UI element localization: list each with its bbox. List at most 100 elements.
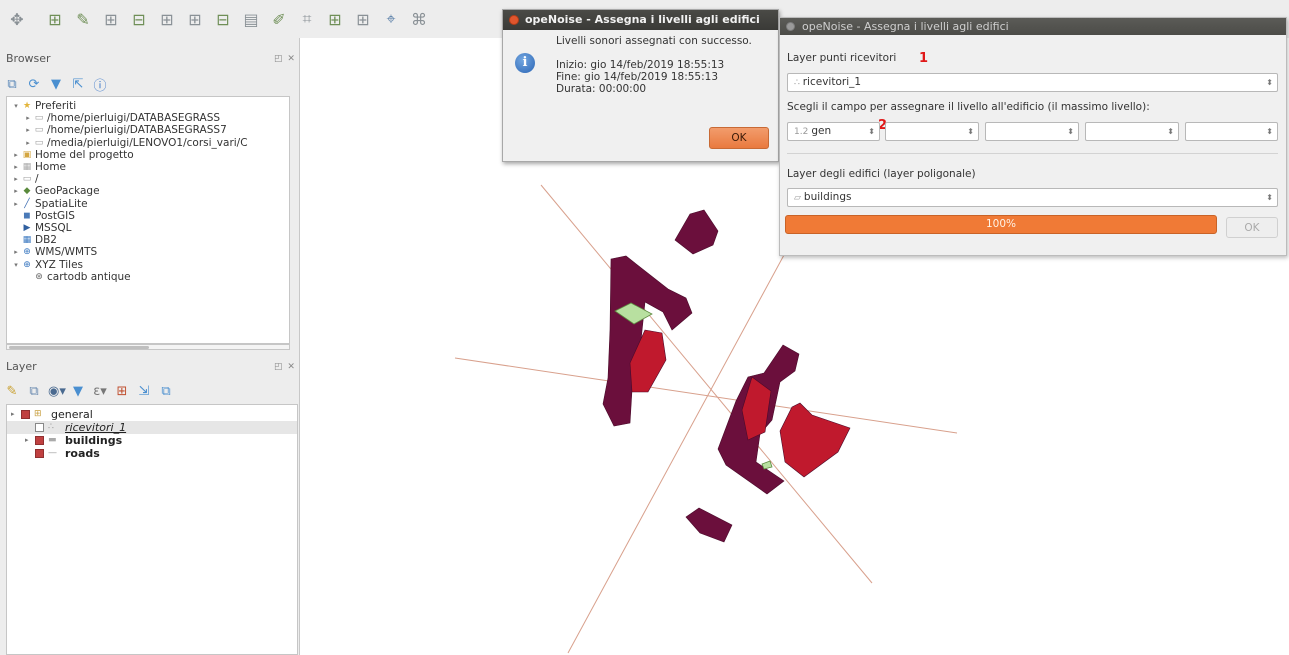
browser-item[interactable]: ▸ ▭/media/pierluigi/LENOVO1/corsi_vari/C: [7, 137, 289, 149]
layer-item-buildings[interactable]: ▸ ▬ buildings: [7, 434, 297, 447]
expand-arrow-icon[interactable]: ▸: [23, 112, 33, 124]
add-group-icon[interactable]: ⧉: [26, 384, 42, 399]
line-layer-icon: —: [48, 448, 57, 458]
folder-icon: ▭: [34, 125, 44, 136]
attribute-table-icon[interactable]: ▤: [238, 6, 264, 32]
expand-arrow-icon[interactable]: ▸: [11, 149, 21, 161]
split-features-icon[interactable]: ⊟: [210, 6, 236, 32]
collapse-all-icon[interactable]: ⇱: [70, 77, 86, 92]
browser-item-label: XYZ Tiles: [35, 258, 83, 271]
expand-arrow-icon[interactable]: ▸: [11, 173, 21, 185]
add-layer-icon[interactable]: ⧉: [4, 77, 20, 92]
message-box-title: opeNoise - Assegna i livelli agli edific…: [525, 13, 760, 26]
expand-arrow-icon[interactable]: ▸: [11, 198, 21, 210]
browser-tree[interactable]: ▾ ★ Preferiti ▸ ▭/home/pierluigi/DATABASEGRA…: [6, 96, 290, 344]
combo-arrow-icon: ⬍: [1266, 127, 1273, 136]
filter-icon[interactable]: ▼: [48, 77, 64, 92]
properties-icon[interactable]: ⓘ: [92, 75, 108, 94]
browser-horizontal-scrollbar[interactable]: [6, 344, 290, 350]
expand-arrow-icon[interactable]: ▸: [11, 408, 21, 421]
manage-visibility-icon[interactable]: ◉▾: [48, 384, 66, 399]
message-ok-button[interactable]: OK: [709, 127, 769, 149]
left-dock: Browser ◰ ✕ ⧉ ⟳ ▼ ⇱ ⓘ ▾ ★ Preferiti ▸ ▭/home…: [0, 38, 300, 655]
expand-arrow-icon[interactable]: ▸: [11, 161, 21, 173]
expand-arrow-icon[interactable]: ▸: [25, 434, 35, 447]
node-tool-icon[interactable]: ✎: [70, 6, 96, 32]
close-window-icon[interactable]: [786, 22, 795, 31]
expand-arrow-icon[interactable]: ▸: [23, 124, 33, 136]
expand-arrow-icon[interactable]: ▾: [11, 100, 21, 112]
tile-layer-icon: ⊛: [35, 271, 43, 282]
layer-item-ricevitori-1[interactable]: ∴ ricevitori_1: [7, 421, 297, 434]
browser-item[interactable]: ◼ PostGIS: [7, 210, 289, 222]
filter-legend-icon[interactable]: ▼: [70, 384, 86, 399]
dialog-ok-button[interactable]: OK: [1226, 217, 1278, 238]
browser-item[interactable]: ▾ ★ Preferiti: [7, 100, 289, 112]
browser-item[interactable]: ▦ DB2: [7, 234, 289, 246]
spatial-query-icon[interactable]: ⌗: [294, 6, 320, 32]
add-wms-layer-icon[interactable]: ⊞: [154, 6, 180, 32]
browser-item[interactable]: ▾ ⊕ XYZ Tiles: [7, 258, 289, 271]
browser-item[interactable]: ⊛ cartodb antique: [7, 271, 289, 283]
browser-item[interactable]: ▸ ▭/home/pierluigi/DATABASEGRASS: [7, 112, 289, 124]
field-combo-4[interactable]: ⬍: [1085, 122, 1179, 141]
browser-item-label: SpatiaLite: [35, 197, 88, 210]
expand-all-icon[interactable]: ⇲: [136, 384, 152, 399]
panel-float-close-icon[interactable]: ◰ ✕: [274, 54, 296, 64]
field-combo-5[interactable]: ⬍: [1185, 122, 1278, 141]
layer-item-roads[interactable]: — roads: [7, 447, 297, 460]
db2-icon: ▦: [22, 235, 32, 246]
browser-item[interactable]: ▸ ◆ GeoPackage: [7, 185, 289, 197]
browser-item[interactable]: ▸ ▭ /: [7, 173, 289, 185]
folder-icon: ▭: [22, 174, 32, 185]
browser-item[interactable]: ▶ MSSQL: [7, 222, 289, 234]
digitize-icon[interactable]: ✥: [4, 6, 30, 32]
building-polygon: [685, 507, 733, 543]
receivers-label: Layer punti ricevitori: [787, 52, 897, 64]
visibility-checkbox[interactable]: [35, 436, 44, 445]
layer-panel-title: Layer: [6, 360, 37, 373]
browser-item[interactable]: ▸ ▦ Home: [7, 161, 289, 173]
visibility-checkbox[interactable]: [35, 423, 44, 432]
buildings-layer-combo[interactable]: ▱ buildings ⬍: [787, 188, 1278, 207]
browser-item[interactable]: ▸ ▣ Home del progetto: [7, 149, 289, 161]
layer-item-general[interactable]: ▸ ⊞ general: [7, 408, 297, 421]
receivers-layer-combo[interactable]: ∴ ricevitori_1 ⬍: [787, 73, 1278, 92]
expand-arrow-icon[interactable]: ▸: [23, 137, 33, 149]
expand-arrow-icon[interactable]: ▸: [11, 185, 21, 197]
measure-icon[interactable]: ⌖: [378, 6, 404, 32]
edit-pencil-icon[interactable]: ✐: [266, 6, 292, 32]
filter-expression-icon[interactable]: ε▾: [92, 384, 108, 399]
identify-features-icon[interactable]: ⊞: [350, 6, 376, 32]
panel-float-close-icon[interactable]: ◰ ✕: [274, 362, 296, 372]
expand-arrow-icon[interactable]: ▾: [11, 259, 21, 271]
refresh-icon[interactable]: ⟳: [26, 77, 42, 92]
close-window-icon[interactable]: [509, 15, 519, 25]
divider: [787, 153, 1278, 154]
browser-item[interactable]: ▸ ╱ SpatiaLite: [7, 198, 289, 210]
browser-item[interactable]: ▸ ⊕ WMS/WMTS: [7, 246, 289, 258]
merge-icon[interactable]: ⊟: [126, 6, 152, 32]
select-features-icon[interactable]: ⊞: [322, 6, 348, 32]
expand-arrow-icon[interactable]: ▸: [11, 246, 21, 258]
open-styling-icon[interactable]: ✎: [4, 384, 20, 399]
add-wfs-layer-icon[interactable]: ⊞: [182, 6, 208, 32]
scrollbar-thumb[interactable]: [9, 346, 149, 349]
message-line: [556, 47, 774, 59]
folder-icon: ▭: [34, 113, 44, 124]
browser-item[interactable]: ▸ ▭/home/pierluigi/DATABASEGRASS7: [7, 124, 289, 136]
add-raster-layer-icon[interactable]: ⊞: [98, 6, 124, 32]
plugin-icon[interactable]: ⌘: [406, 6, 432, 32]
visibility-checkbox[interactable]: [21, 410, 30, 419]
field-combo-value: gen: [811, 125, 832, 137]
collapse-all-layers-icon[interactable]: ⧉: [158, 384, 174, 399]
browser-toolbar: ⧉ ⟳ ▼ ⇱ ⓘ: [4, 74, 108, 94]
visibility-checkbox[interactable]: [35, 449, 44, 458]
add-vector-layer-icon[interactable]: ⊞: [42, 6, 68, 32]
field-combo-2[interactable]: ⬍: [885, 122, 979, 141]
field-combo-3[interactable]: ⬍: [985, 122, 1079, 141]
layer-tree[interactable]: ▸ ⊞ general ∴ ricevitori_1 ▸ ▬ buildings — roads: [6, 404, 298, 655]
field-combo-1[interactable]: 1.2 gen ⬍: [787, 122, 880, 141]
postgis-icon: ◼: [23, 210, 31, 221]
remove-layer-icon[interactable]: ⊞: [114, 384, 130, 399]
